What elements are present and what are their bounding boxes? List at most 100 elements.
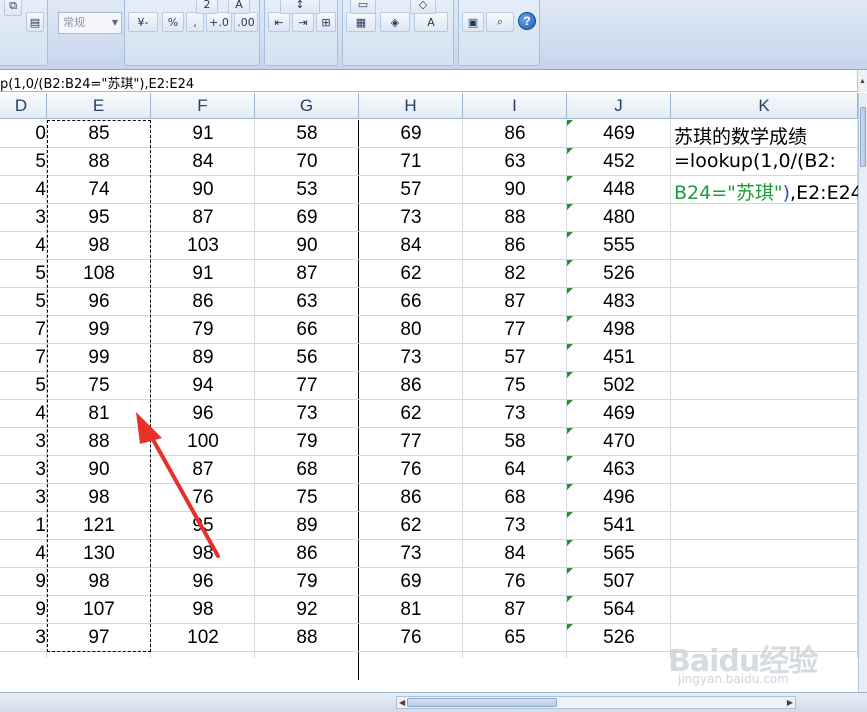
number-format-select[interactable]: 常规 ▼ bbox=[58, 12, 122, 34]
cell-i18[interactable]: 76 bbox=[463, 568, 567, 596]
cell-d7[interactable]: 5 bbox=[0, 260, 47, 288]
cell-f18[interactable]: 96 bbox=[151, 568, 255, 596]
cell-d13[interactable]: 3 bbox=[0, 428, 47, 456]
cell-d14[interactable]: 3 bbox=[0, 456, 47, 484]
cell-k4[interactable]: B24="苏琪"),E2:E24 bbox=[674, 178, 863, 205]
cell-i11[interactable]: 75 bbox=[463, 372, 567, 400]
cell-i10[interactable]: 57 bbox=[463, 344, 567, 372]
column-header-i[interactable]: I bbox=[463, 93, 567, 119]
clear-icon[interactable]: ◇ bbox=[410, 0, 436, 14]
picture-button[interactable]: ▣ bbox=[462, 12, 484, 32]
cell-d16[interactable]: 1 bbox=[0, 512, 47, 540]
cell-f6[interactable]: 103 bbox=[151, 232, 255, 260]
cell-f14[interactable]: 87 bbox=[151, 456, 255, 484]
cell-g2[interactable]: 58 bbox=[255, 120, 359, 148]
cell-h6[interactable]: 84 bbox=[359, 232, 463, 260]
cell-k3[interactable]: =lookup(1,0/(B2: bbox=[674, 150, 836, 172]
cell-h16[interactable]: 62 bbox=[359, 512, 463, 540]
cell-h11[interactable]: 86 bbox=[359, 372, 463, 400]
cell-h20[interactable]: 76 bbox=[359, 624, 463, 652]
cell-h9[interactable]: 80 bbox=[359, 316, 463, 344]
cell-d15[interactable]: 3 bbox=[0, 484, 47, 512]
cell-d3[interactable]: 5 bbox=[0, 148, 47, 176]
horizontal-scrollbar-thumb[interactable] bbox=[407, 698, 557, 707]
cell-h17[interactable]: 73 bbox=[359, 540, 463, 568]
cell-f7[interactable]: 91 bbox=[151, 260, 255, 288]
cell-j16[interactable]: 541 bbox=[567, 512, 671, 540]
cell-h12[interactable]: 62 bbox=[359, 400, 463, 428]
cell-h7[interactable]: 62 bbox=[359, 260, 463, 288]
cell-i8[interactable]: 87 bbox=[463, 288, 567, 316]
cell-f15[interactable]: 76 bbox=[151, 484, 255, 512]
cell-i5[interactable]: 88 bbox=[463, 204, 567, 232]
cell-g3[interactable]: 70 bbox=[255, 148, 359, 176]
cell-k2[interactable]: 苏琪的数学成绩 bbox=[674, 122, 807, 149]
cell-f8[interactable]: 86 bbox=[151, 288, 255, 316]
column-header-k[interactable]: K bbox=[671, 93, 858, 119]
cell-d2[interactable]: 0 bbox=[0, 120, 47, 148]
cell-f2[interactable]: 91 bbox=[151, 120, 255, 148]
cell-j18[interactable]: 507 bbox=[567, 568, 671, 596]
cell-h8[interactable]: 66 bbox=[359, 288, 463, 316]
cell-i13[interactable]: 58 bbox=[463, 428, 567, 456]
cell-j7[interactable]: 526 bbox=[567, 260, 671, 288]
cell-d12[interactable]: 4 bbox=[0, 400, 47, 428]
cell-g20[interactable]: 88 bbox=[255, 624, 359, 652]
cell-g11[interactable]: 77 bbox=[255, 372, 359, 400]
cell-d10[interactable]: 7 bbox=[0, 344, 47, 372]
cell-i16[interactable]: 73 bbox=[463, 512, 567, 540]
cell-h4[interactable]: 57 bbox=[359, 176, 463, 204]
column-header-g[interactable]: G bbox=[255, 93, 359, 119]
column-header-e[interactable]: E bbox=[47, 93, 151, 119]
cell-g5[interactable]: 69 bbox=[255, 204, 359, 232]
cell-f9[interactable]: 79 bbox=[151, 316, 255, 344]
cell-j11[interactable]: 502 bbox=[567, 372, 671, 400]
cell-h2[interactable]: 69 bbox=[359, 120, 463, 148]
cell-h15[interactable]: 86 bbox=[359, 484, 463, 512]
cell-j20[interactable]: 526 bbox=[567, 624, 671, 652]
cell-d9[interactable]: 7 bbox=[0, 316, 47, 344]
cell-f5[interactable]: 87 bbox=[151, 204, 255, 232]
cell-j12[interactable]: 469 bbox=[567, 400, 671, 428]
column-header-h[interactable]: H bbox=[359, 93, 463, 119]
cell-j4[interactable]: 448 bbox=[567, 176, 671, 204]
cell-i3[interactable]: 63 bbox=[463, 148, 567, 176]
cell-i4[interactable]: 90 bbox=[463, 176, 567, 204]
cell-f16[interactable]: 95 bbox=[151, 512, 255, 540]
cell-d6[interactable]: 4 bbox=[0, 232, 47, 260]
cell-g8[interactable]: 63 bbox=[255, 288, 359, 316]
cell-j14[interactable]: 463 bbox=[567, 456, 671, 484]
formula-bar[interactable]: p(1,0/(B2:B24="苏琪"),E2:E24 ▲ bbox=[0, 70, 867, 92]
format-painter-icon[interactable]: ▤ bbox=[26, 12, 44, 32]
cell-f20[interactable]: 102 bbox=[151, 624, 255, 652]
decrease-decimal-button[interactable]: .00 bbox=[234, 12, 258, 32]
cell-h14[interactable]: 76 bbox=[359, 456, 463, 484]
accounting-format-button[interactable]: ¥ - bbox=[128, 12, 158, 32]
cell-g7[interactable]: 87 bbox=[255, 260, 359, 288]
font-color-button[interactable]: A bbox=[228, 0, 250, 14]
cell-g6[interactable]: 90 bbox=[255, 232, 359, 260]
cell-i7[interactable]: 82 bbox=[463, 260, 567, 288]
cell-j8[interactable]: 483 bbox=[567, 288, 671, 316]
cell-j3[interactable]: 452 bbox=[567, 148, 671, 176]
cell-g12[interactable]: 73 bbox=[255, 400, 359, 428]
cell-d18[interactable]: 9 bbox=[0, 568, 47, 596]
column-header-j[interactable]: J bbox=[567, 93, 671, 119]
cell-i15[interactable]: 68 bbox=[463, 484, 567, 512]
cell-i20[interactable]: 65 bbox=[463, 624, 567, 652]
cell-g10[interactable]: 56 bbox=[255, 344, 359, 372]
scroll-right-icon[interactable]: ▶ bbox=[787, 698, 793, 707]
cell-d4[interactable]: 4 bbox=[0, 176, 47, 204]
cell-g17[interactable]: 86 bbox=[255, 540, 359, 568]
increase-indent-button[interactable]: ⇥ bbox=[292, 12, 314, 32]
table-icon[interactable]: ▭ bbox=[350, 0, 376, 14]
cell-h13[interactable]: 77 bbox=[359, 428, 463, 456]
cell-d11[interactable]: 5 bbox=[0, 372, 47, 400]
font-size-button[interactable]: 2 bbox=[196, 0, 218, 14]
cell-i6[interactable]: 86 bbox=[463, 232, 567, 260]
cell-i19[interactable]: 87 bbox=[463, 596, 567, 624]
help-icon[interactable]: ? bbox=[518, 12, 536, 30]
cell-i9[interactable]: 77 bbox=[463, 316, 567, 344]
cell-j15[interactable]: 496 bbox=[567, 484, 671, 512]
cell-j9[interactable]: 498 bbox=[567, 316, 671, 344]
